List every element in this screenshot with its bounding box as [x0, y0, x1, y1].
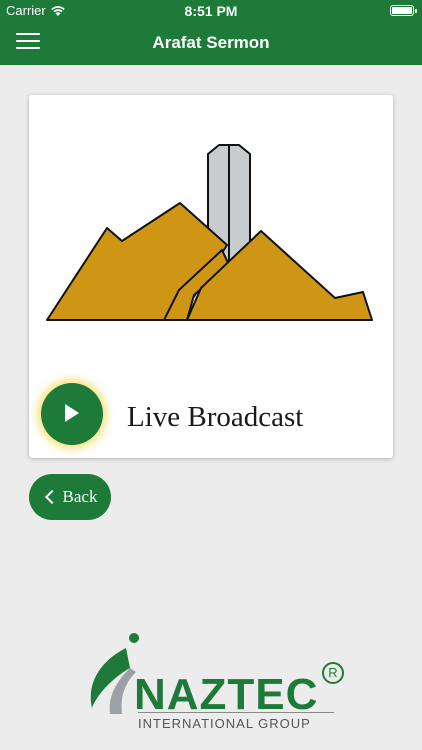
logo-subtitle: INTERNATIONAL GROUP	[138, 716, 311, 731]
live-broadcast-label: Live Broadcast	[127, 401, 304, 433]
status-bar: Carrier 8:51 PM	[0, 0, 422, 22]
back-button-label: Back	[62, 487, 98, 506]
logo-divider	[138, 712, 334, 713]
broadcast-card: Live Broadcast	[29, 95, 393, 458]
registered-mark: R	[322, 662, 344, 684]
play-button[interactable]	[41, 383, 103, 445]
naztec-logo-mark	[90, 633, 139, 714]
top-bar: Carrier 8:51 PM Arafat Sermon	[0, 0, 422, 65]
chevron-left-icon	[44, 489, 59, 505]
screen: Carrier 8:51 PM Arafat Sermon Live Broad…	[0, 0, 422, 750]
status-time: 8:51 PM	[184, 3, 238, 19]
play-icon	[65, 404, 79, 422]
navigation-bar: Arafat Sermon	[0, 22, 422, 65]
mount-arafat-illustration	[46, 144, 373, 321]
battery-icon	[390, 5, 417, 16]
back-button[interactable]: Back	[29, 474, 111, 520]
naztec-logo: NAZTEC R INTERNATIONAL GROUP	[82, 630, 352, 735]
page-title: Arafat Sermon	[152, 33, 270, 52]
